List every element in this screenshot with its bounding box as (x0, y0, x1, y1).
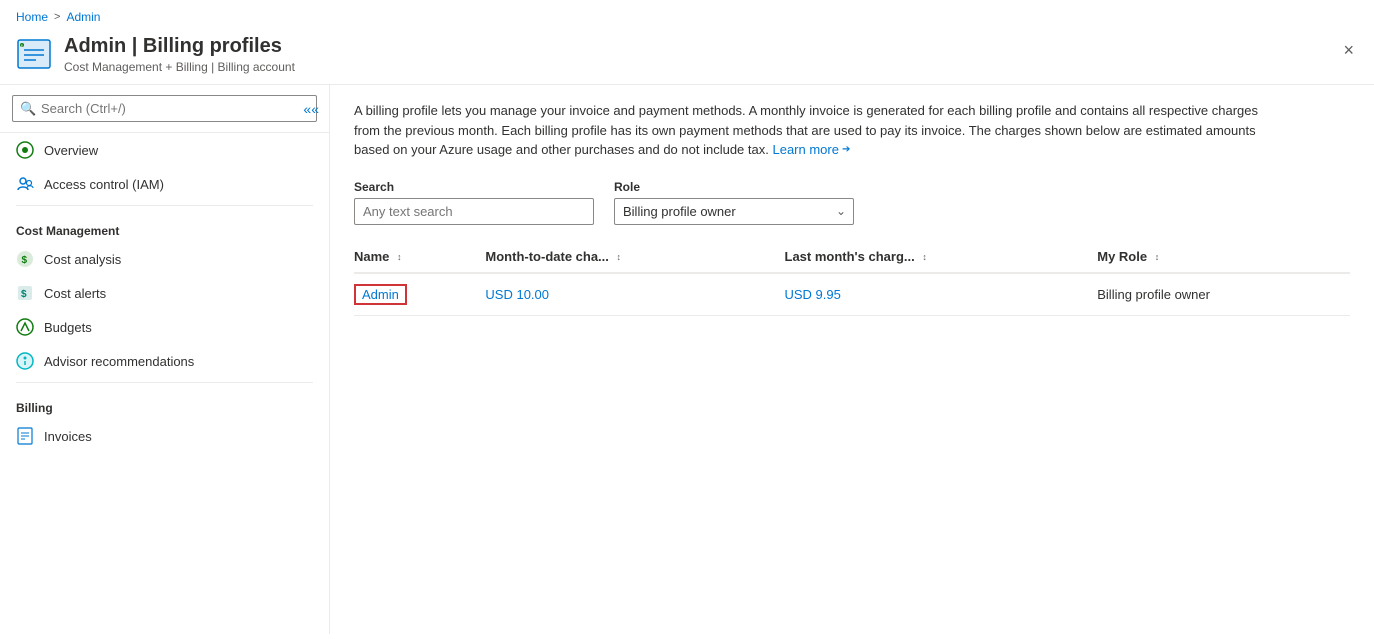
col-header-my-role: My Role ↕ (1097, 241, 1350, 273)
access-control-icon (16, 175, 34, 193)
cell-month-to-date: USD 10.00 (485, 273, 784, 316)
breadcrumb-current: Admin (66, 10, 100, 24)
page-title: Admin | Billing profiles (64, 34, 295, 58)
external-link-icon: ➔ (842, 142, 850, 157)
col-header-name: Name ↕ (354, 241, 485, 273)
table-header-row: Name ↕ Month-to-date cha... ↕ Last month… (354, 241, 1350, 273)
search-filter-input[interactable] (354, 198, 594, 225)
col-header-month-to-date: Month-to-date cha... ↕ (485, 241, 784, 273)
learn-more-link[interactable]: Learn more ➔ (772, 140, 850, 160)
budgets-icon (16, 318, 34, 336)
collapse-button[interactable]: «« (293, 95, 329, 123)
section-label-cost-management: Cost Management (0, 210, 329, 242)
sidebar-item-iam-label: Access control (IAM) (44, 177, 164, 192)
sidebar-item-advisor[interactable]: Advisor recommendations (0, 344, 329, 378)
sidebar: 🔍 «« Overview Access co (0, 85, 330, 634)
search-icon: 🔍 (20, 101, 36, 117)
filter-row: Search Role Billing profile owner Billin… (354, 180, 1350, 225)
main-content: A billing profile lets you manage your i… (330, 85, 1374, 634)
billing-profiles-table: Name ↕ Month-to-date cha... ↕ Last month… (354, 241, 1350, 316)
month-to-date-value[interactable]: USD 10.00 (485, 287, 549, 302)
role-filter-group: Role Billing profile owner Billing profi… (614, 180, 854, 225)
invoices-icon (16, 427, 34, 445)
sidebar-item-overview-label: Overview (44, 143, 98, 158)
overview-icon (16, 141, 34, 159)
sort-icon-name[interactable]: ↕ (397, 253, 402, 262)
table-row: Admin USD 10.00 USD 9.95 Billing profile… (354, 273, 1350, 316)
sidebar-item-overview[interactable]: Overview (0, 133, 329, 167)
breadcrumb-separator: > (54, 11, 60, 23)
role-filter-label: Role (614, 180, 854, 194)
divider-cost-management (16, 205, 313, 206)
page-icon: $ (16, 36, 52, 72)
search-input[interactable] (12, 95, 317, 122)
sidebar-item-budgets-label: Budgets (44, 320, 92, 335)
svg-text:$: $ (22, 255, 28, 266)
col-header-last-month: Last month's charg... ↕ (785, 241, 1098, 273)
advisor-icon (16, 352, 34, 370)
cost-alerts-icon: $ (16, 284, 34, 302)
sidebar-item-cost-alerts[interactable]: $ Cost alerts (0, 276, 329, 310)
search-filter-group: Search (354, 180, 594, 225)
role-filter-select[interactable]: Billing profile owner Billing profile co… (614, 198, 854, 225)
sort-icon-my-role[interactable]: ↕ (1155, 253, 1160, 262)
sidebar-item-budgets[interactable]: Budgets (0, 310, 329, 344)
admin-link[interactable]: Admin (354, 284, 407, 305)
sidebar-item-access-control[interactable]: Access control (IAM) (0, 167, 329, 201)
section-label-billing: Billing (0, 387, 329, 419)
breadcrumb-home[interactable]: Home (16, 10, 48, 24)
sort-icon-last-month[interactable]: ↕ (922, 253, 927, 262)
svg-text:$: $ (21, 289, 27, 300)
sidebar-item-invoices-label: Invoices (44, 429, 92, 444)
main-layout: 🔍 «« Overview Access co (0, 85, 1374, 634)
cell-last-month: USD 9.95 (785, 273, 1098, 316)
role-select-wrap: Billing profile owner Billing profile co… (614, 198, 854, 225)
page-header: $ Admin | Billing profiles Cost Manageme… (0, 28, 1374, 85)
divider-billing (16, 382, 313, 383)
sidebar-item-cost-analysis[interactable]: $ Cost analysis (0, 242, 329, 276)
cell-my-role: Billing profile owner (1097, 273, 1350, 316)
sidebar-item-cost-alerts-label: Cost alerts (44, 286, 106, 301)
sidebar-item-advisor-label: Advisor recommendations (44, 354, 194, 369)
sidebar-item-invoices[interactable]: Invoices (0, 419, 329, 453)
description-text: A billing profile lets you manage your i… (354, 101, 1274, 160)
close-button[interactable]: × (1339, 36, 1358, 65)
sort-icon-month-to-date[interactable]: ↕ (617, 253, 622, 262)
search-filter-label: Search (354, 180, 594, 194)
breadcrumb: Home > Admin (0, 0, 1374, 28)
cell-name: Admin (354, 273, 485, 316)
last-month-value[interactable]: USD 9.95 (785, 287, 841, 302)
sidebar-item-cost-analysis-label: Cost analysis (44, 252, 121, 267)
page-subtitle: Cost Management + Billing | Billing acco… (64, 60, 295, 74)
sidebar-search-area: 🔍 (0, 85, 329, 133)
cost-analysis-icon: $ (16, 250, 34, 268)
